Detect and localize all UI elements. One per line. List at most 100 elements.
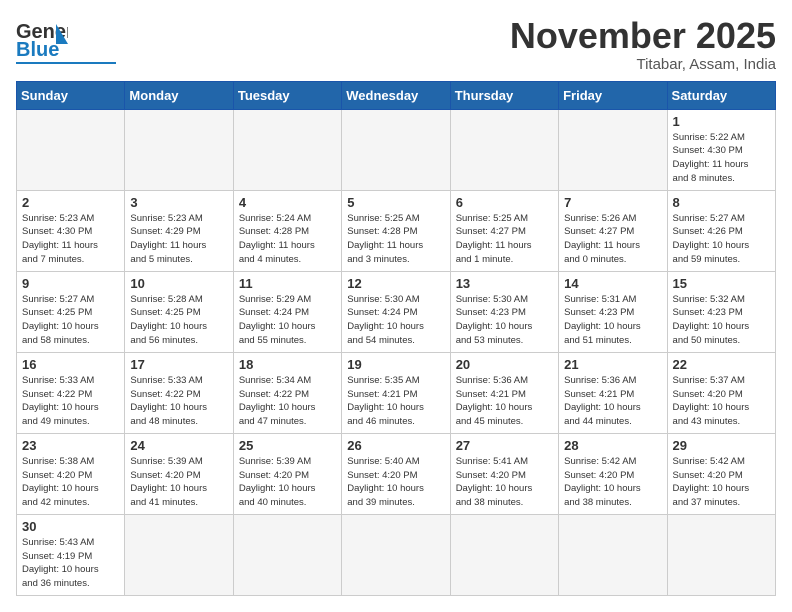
day-number: 26 — [347, 438, 444, 453]
calendar-cell: 29 Sunrise: 5:42 AM Sunset: 4:20 PM Dayli… — [667, 433, 775, 514]
calendar-cell: 16Sunrise: 5:33 AM Sunset: 4:22 PM Dayli… — [17, 352, 125, 433]
day-number: 21 — [564, 357, 661, 372]
calendar-cell — [17, 109, 125, 190]
day-number: 1 — [673, 114, 770, 129]
weekday-header-saturday: Saturday — [667, 81, 775, 109]
calendar-cell — [233, 109, 341, 190]
title-block: November 2025 Titabar, Assam, India — [510, 16, 776, 73]
day-info: Sunrise: 5:38 AM Sunset: 4:20 PM Dayligh… — [22, 455, 119, 510]
calendar-cell: 26 Sunrise: 5:40 AM Sunset: 4:20 PM Dayli… — [342, 433, 450, 514]
month-title: November 2025 — [510, 16, 776, 56]
logo-underline — [16, 62, 116, 64]
day-number: 17 — [130, 357, 227, 372]
day-number: 27 — [456, 438, 553, 453]
day-info: Sunrise: 5:23 AM Sunset: 4:29 PM Dayligh… — [130, 212, 227, 267]
calendar-cell: 10 Sunrise: 5:28 AM Sunset: 4:25 PM Dayli… — [125, 271, 233, 352]
calendar-cell: 28Sunrise: 5:42 AM Sunset: 4:20 PM Dayli… — [559, 433, 667, 514]
week-row-4: 23 Sunrise: 5:38 AM Sunset: 4:20 PM Dayli… — [17, 433, 776, 514]
calendar-cell: 18Sunrise: 5:34 AM Sunset: 4:22 PM Dayli… — [233, 352, 341, 433]
day-number: 12 — [347, 276, 444, 291]
calendar-cell: 7 Sunrise: 5:26 AM Sunset: 4:27 PM Daylig… — [559, 190, 667, 271]
day-info: Sunrise: 5:35 AM Sunset: 4:21 PM Dayligh… — [347, 374, 444, 429]
day-info: Sunrise: 5:27 AM Sunset: 4:26 PM Dayligh… — [673, 212, 770, 267]
day-info: Sunrise: 5:40 AM Sunset: 4:20 PM Dayligh… — [347, 455, 444, 510]
calendar-cell: 15Sunrise: 5:32 AM Sunset: 4:23 PM Dayli… — [667, 271, 775, 352]
day-number: 20 — [456, 357, 553, 372]
day-number: 4 — [239, 195, 336, 210]
day-info: Sunrise: 5:42 AM Sunset: 4:20 PM Dayligh… — [673, 455, 770, 510]
weekday-header-sunday: Sunday — [17, 81, 125, 109]
day-info: Sunrise: 5:43 AM Sunset: 4:19 PM Dayligh… — [22, 536, 119, 591]
calendar-cell: 8Sunrise: 5:27 AM Sunset: 4:26 PM Daylig… — [667, 190, 775, 271]
calendar-cell — [450, 514, 558, 595]
day-info: Sunrise: 5:41 AM Sunset: 4:20 PM Dayligh… — [456, 455, 553, 510]
day-number: 19 — [347, 357, 444, 372]
calendar-cell — [559, 109, 667, 190]
calendar-cell: 5 Sunrise: 5:25 AM Sunset: 4:28 PM Daylig… — [342, 190, 450, 271]
day-number: 13 — [456, 276, 553, 291]
day-number: 7 — [564, 195, 661, 210]
calendar-cell: 17 Sunrise: 5:33 AM Sunset: 4:22 PM Dayli… — [125, 352, 233, 433]
logo-icon: General Blue — [16, 16, 68, 60]
week-row-2: 9 Sunrise: 5:27 AM Sunset: 4:25 PM Daylig… — [17, 271, 776, 352]
day-number: 11 — [239, 276, 336, 291]
day-info: Sunrise: 5:27 AM Sunset: 4:25 PM Dayligh… — [22, 293, 119, 348]
calendar-cell — [667, 514, 775, 595]
day-info: Sunrise: 5:25 AM Sunset: 4:28 PM Dayligh… — [347, 212, 444, 267]
calendar-cell: 2Sunrise: 5:23 AM Sunset: 4:30 PM Daylig… — [17, 190, 125, 271]
calendar-cell — [342, 514, 450, 595]
day-info: Sunrise: 5:37 AM Sunset: 4:20 PM Dayligh… — [673, 374, 770, 429]
day-info: Sunrise: 5:33 AM Sunset: 4:22 PM Dayligh… — [130, 374, 227, 429]
week-row-1: 2Sunrise: 5:23 AM Sunset: 4:30 PM Daylig… — [17, 190, 776, 271]
day-info: Sunrise: 5:22 AM Sunset: 4:30 PM Dayligh… — [673, 131, 770, 186]
calendar-cell: 3 Sunrise: 5:23 AM Sunset: 4:29 PM Daylig… — [125, 190, 233, 271]
day-info: Sunrise: 5:39 AM Sunset: 4:20 PM Dayligh… — [239, 455, 336, 510]
calendar-cell: 1 Sunrise: 5:22 AM Sunset: 4:30 PM Daylig… — [667, 109, 775, 190]
calendar-cell: 14 Sunrise: 5:31 AM Sunset: 4:23 PM Dayli… — [559, 271, 667, 352]
day-info: Sunrise: 5:29 AM Sunset: 4:24 PM Dayligh… — [239, 293, 336, 348]
day-number: 29 — [673, 438, 770, 453]
day-number: 14 — [564, 276, 661, 291]
day-info: Sunrise: 5:26 AM Sunset: 4:27 PM Dayligh… — [564, 212, 661, 267]
week-row-5: 30 Sunrise: 5:43 AM Sunset: 4:19 PM Dayli… — [17, 514, 776, 595]
day-info: Sunrise: 5:30 AM Sunset: 4:23 PM Dayligh… — [456, 293, 553, 348]
calendar-cell: 24Sunrise: 5:39 AM Sunset: 4:20 PM Dayli… — [125, 433, 233, 514]
calendar-cell: 20Sunrise: 5:36 AM Sunset: 4:21 PM Dayli… — [450, 352, 558, 433]
week-row-0: 1 Sunrise: 5:22 AM Sunset: 4:30 PM Daylig… — [17, 109, 776, 190]
calendar-cell — [233, 514, 341, 595]
calendar-cell: 9 Sunrise: 5:27 AM Sunset: 4:25 PM Daylig… — [17, 271, 125, 352]
calendar-cell: 6Sunrise: 5:25 AM Sunset: 4:27 PM Daylig… — [450, 190, 558, 271]
day-info: Sunrise: 5:30 AM Sunset: 4:24 PM Dayligh… — [347, 293, 444, 348]
week-row-3: 16 Sunrise: 5:33 AM Sunset: 4:22 PM Dayli… — [17, 352, 776, 433]
day-number: 18 — [239, 357, 336, 372]
day-info: Sunrise: 5:24 AM Sunset: 4:28 PM Dayligh… — [239, 212, 336, 267]
day-number: 25 — [239, 438, 336, 453]
day-number: 3 — [130, 195, 227, 210]
day-info: Sunrise: 5:32 AM Sunset: 4:23 PM Dayligh… — [673, 293, 770, 348]
weekday-header-monday: Monday — [125, 81, 233, 109]
day-number: 30 — [22, 519, 119, 534]
calendar-cell: 30 Sunrise: 5:43 AM Sunset: 4:19 PM Dayli… — [17, 514, 125, 595]
weekday-header-tuesday: Tuesday — [233, 81, 341, 109]
day-number: 9 — [22, 276, 119, 291]
calendar-table: SundayMondayTuesdayWednesdayThursdayFrid… — [16, 81, 776, 596]
calendar-cell: 25 Sunrise: 5:39 AM Sunset: 4:20 PM Dayli… — [233, 433, 341, 514]
day-number: 10 — [130, 276, 227, 291]
weekday-header-thursday: Thursday — [450, 81, 558, 109]
calendar-cell: 21Sunrise: 5:36 AM Sunset: 4:21 PM Dayli… — [559, 352, 667, 433]
day-number: 2 — [22, 195, 119, 210]
weekday-header-wednesday: Wednesday — [342, 81, 450, 109]
day-number: 23 — [22, 438, 119, 453]
calendar-cell: 19 Sunrise: 5:35 AM Sunset: 4:21 PM Dayli… — [342, 352, 450, 433]
calendar-cell — [342, 109, 450, 190]
day-number: 16 — [22, 357, 119, 372]
page-header: General Blue November 2025 Titabar, Assa… — [16, 16, 776, 73]
day-number: 28 — [564, 438, 661, 453]
day-info: Sunrise: 5:31 AM Sunset: 4:23 PM Dayligh… — [564, 293, 661, 348]
day-info: Sunrise: 5:28 AM Sunset: 4:25 PM Dayligh… — [130, 293, 227, 348]
day-number: 5 — [347, 195, 444, 210]
location-subtitle: Titabar, Assam, India — [510, 56, 776, 73]
calendar-cell — [125, 514, 233, 595]
calendar-cell — [125, 109, 233, 190]
svg-text:Blue: Blue — [16, 39, 59, 60]
